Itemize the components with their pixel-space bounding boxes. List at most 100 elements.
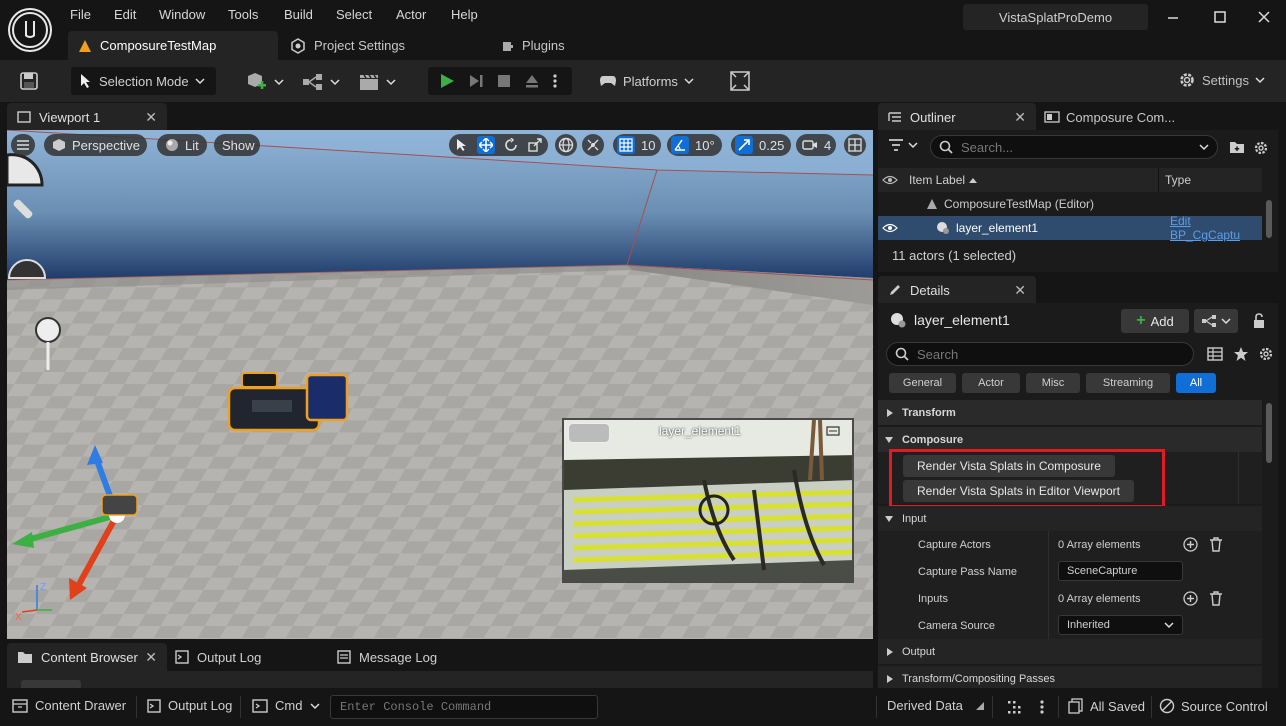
close-icon[interactable]: ✕ bbox=[1014, 109, 1026, 126]
surface-snap-icon[interactable] bbox=[582, 134, 604, 156]
add-element-icon[interactable] bbox=[1183, 537, 1198, 552]
save-all-button[interactable]: All Saved bbox=[1068, 698, 1145, 714]
menu-file[interactable]: File bbox=[70, 7, 91, 22]
details-scrollbar[interactable] bbox=[1266, 403, 1272, 463]
scale-tool-icon[interactable] bbox=[528, 138, 542, 152]
menu-select[interactable]: Select bbox=[336, 7, 372, 22]
trash-icon[interactable] bbox=[1209, 591, 1223, 606]
settings-button[interactable]: Settings bbox=[1178, 71, 1265, 89]
scale-snap-toggle[interactable]: 0.25 bbox=[731, 134, 791, 156]
filter-all[interactable]: All bbox=[1176, 373, 1216, 393]
blueprint-button[interactable] bbox=[302, 72, 340, 92]
camera-source-dropdown[interactable]: Inherited bbox=[1058, 615, 1183, 635]
show-dropdown[interactable]: Show bbox=[214, 134, 260, 156]
favorite-star-icon[interactable] bbox=[1233, 346, 1249, 362]
play-icon[interactable] bbox=[438, 72, 456, 90]
stop-icon[interactable] bbox=[496, 73, 512, 89]
column-type[interactable]: Type bbox=[1165, 173, 1191, 187]
capture-pass-name-input[interactable]: SceneCapture bbox=[1058, 561, 1183, 581]
eject-icon[interactable] bbox=[524, 73, 540, 89]
section-input[interactable]: Input bbox=[878, 506, 1262, 531]
source-control-button[interactable]: Source Control bbox=[1159, 698, 1268, 714]
platforms-dropdown[interactable]: Platforms bbox=[589, 67, 702, 95]
filter-actor[interactable]: Actor bbox=[962, 373, 1020, 393]
minimize-icon[interactable] bbox=[1166, 10, 1180, 24]
rotate-tool-icon[interactable] bbox=[504, 138, 518, 152]
tab-viewport-1[interactable]: Viewport 1 ✕ bbox=[7, 103, 167, 131]
level-viewport[interactable]: Z X Perspective Lit Show 10 10° 0.25 4 l… bbox=[7, 130, 873, 639]
grid-snap-toggle[interactable]: 10 bbox=[613, 134, 661, 156]
more-options-icon[interactable] bbox=[552, 73, 558, 89]
outliner-search-input[interactable]: Search... bbox=[930, 135, 1218, 159]
table-view-icon[interactable] bbox=[1207, 346, 1223, 362]
save-icon[interactable] bbox=[19, 71, 39, 91]
view-mode-dropdown[interactable]: Lit bbox=[157, 134, 207, 156]
world-space-icon[interactable] bbox=[555, 134, 577, 156]
menu-window[interactable]: Window bbox=[159, 7, 205, 22]
viewport-menu-icon[interactable] bbox=[11, 134, 35, 156]
more-options-icon[interactable] bbox=[1039, 699, 1045, 715]
outliner-scrollbar[interactable] bbox=[1266, 200, 1272, 238]
fullscreen-icon[interactable] bbox=[729, 70, 751, 92]
tree-row-layer-element1[interactable]: layer_element1 Edit BP_CgCaptu bbox=[878, 214, 1262, 242]
section-transform[interactable]: Transform bbox=[878, 400, 1262, 425]
gear-icon[interactable] bbox=[1258, 346, 1274, 362]
tab-message-log[interactable]: Message Log bbox=[337, 643, 437, 671]
tree-row-map[interactable]: ComposureTestMap (Editor) bbox=[878, 192, 1262, 216]
maximize-icon[interactable] bbox=[1213, 10, 1227, 24]
gear-icon[interactable] bbox=[1253, 140, 1269, 156]
selection-mode-dropdown[interactable]: Selection Mode bbox=[71, 67, 216, 95]
add-element-icon[interactable] bbox=[1183, 591, 1198, 606]
trace-status-icon[interactable] bbox=[1006, 699, 1022, 715]
menu-actor[interactable]: Actor bbox=[396, 7, 426, 22]
select-tool-icon[interactable] bbox=[455, 138, 467, 152]
blueprint-options-button[interactable] bbox=[1194, 309, 1238, 333]
preview-control-button[interactable] bbox=[568, 423, 610, 443]
rotation-snap-toggle[interactable]: 10° bbox=[667, 134, 722, 156]
menu-help[interactable]: Help bbox=[451, 7, 478, 22]
cmd-dropdown[interactable]: Cmd bbox=[252, 698, 320, 713]
output-log-button[interactable]: Output Log bbox=[147, 698, 232, 713]
tab-output-log[interactable]: Output Log bbox=[175, 643, 261, 671]
derived-data-button[interactable]: Derived Data bbox=[887, 698, 985, 713]
menu-tools[interactable]: Tools bbox=[228, 7, 258, 22]
visibility-eye-icon[interactable] bbox=[882, 175, 898, 185]
unreal-logo-icon[interactable] bbox=[8, 8, 52, 52]
step-icon[interactable] bbox=[468, 72, 484, 90]
tab-plugins[interactable]: Plugins bbox=[490, 31, 640, 60]
console-command-input[interactable]: Enter Console Command bbox=[330, 695, 598, 719]
close-icon[interactable]: ✕ bbox=[1014, 282, 1026, 299]
details-search-input[interactable]: Search bbox=[886, 342, 1194, 366]
viewport-layout-icon[interactable] bbox=[844, 134, 866, 156]
perspective-dropdown[interactable]: Perspective bbox=[44, 134, 147, 156]
lock-icon[interactable] bbox=[1252, 313, 1266, 329]
filter-general[interactable]: General bbox=[889, 373, 956, 393]
move-tool-icon[interactable] bbox=[476, 136, 495, 154]
column-item-label[interactable]: Item Label bbox=[909, 173, 965, 187]
content-drawer-button[interactable]: Content Drawer bbox=[12, 698, 126, 713]
filter-streaming[interactable]: Streaming bbox=[1086, 373, 1170, 393]
tab-composure-compositing[interactable]: Composure Com... bbox=[1044, 103, 1175, 131]
tab-outliner[interactable]: Outliner ✕ bbox=[878, 103, 1036, 131]
tab-project-settings[interactable]: Project Settings bbox=[280, 31, 480, 60]
tab-details[interactable]: Details ✕ bbox=[878, 276, 1036, 304]
tab-composure-test-map[interactable]: ComposureTestMap bbox=[68, 31, 278, 60]
filter-button[interactable] bbox=[888, 138, 918, 152]
add-component-button[interactable]: + Add bbox=[1121, 309, 1189, 333]
menu-build[interactable]: Build bbox=[284, 7, 313, 22]
close-icon[interactable]: ✕ bbox=[145, 109, 157, 126]
camera-speed-button[interactable]: 4 bbox=[796, 134, 836, 156]
close-window-icon[interactable] bbox=[1257, 10, 1271, 24]
tab-content-browser[interactable]: Content Browser ✕ bbox=[7, 643, 167, 671]
content-add-button[interactable] bbox=[21, 680, 81, 688]
add-folder-icon[interactable] bbox=[1229, 140, 1245, 154]
section-output[interactable]: Output bbox=[878, 639, 1262, 664]
cinematics-button[interactable] bbox=[358, 72, 396, 92]
filter-misc[interactable]: Misc bbox=[1026, 373, 1080, 393]
visibility-eye-icon[interactable] bbox=[882, 223, 898, 233]
edit-blueprint-link[interactable]: Edit BP_CgCaptu bbox=[1170, 214, 1262, 242]
menu-edit[interactable]: Edit bbox=[114, 7, 136, 22]
add-content-button[interactable] bbox=[246, 72, 284, 92]
close-icon[interactable]: ✕ bbox=[145, 649, 157, 666]
preview-toggle-icon[interactable] bbox=[826, 426, 840, 436]
